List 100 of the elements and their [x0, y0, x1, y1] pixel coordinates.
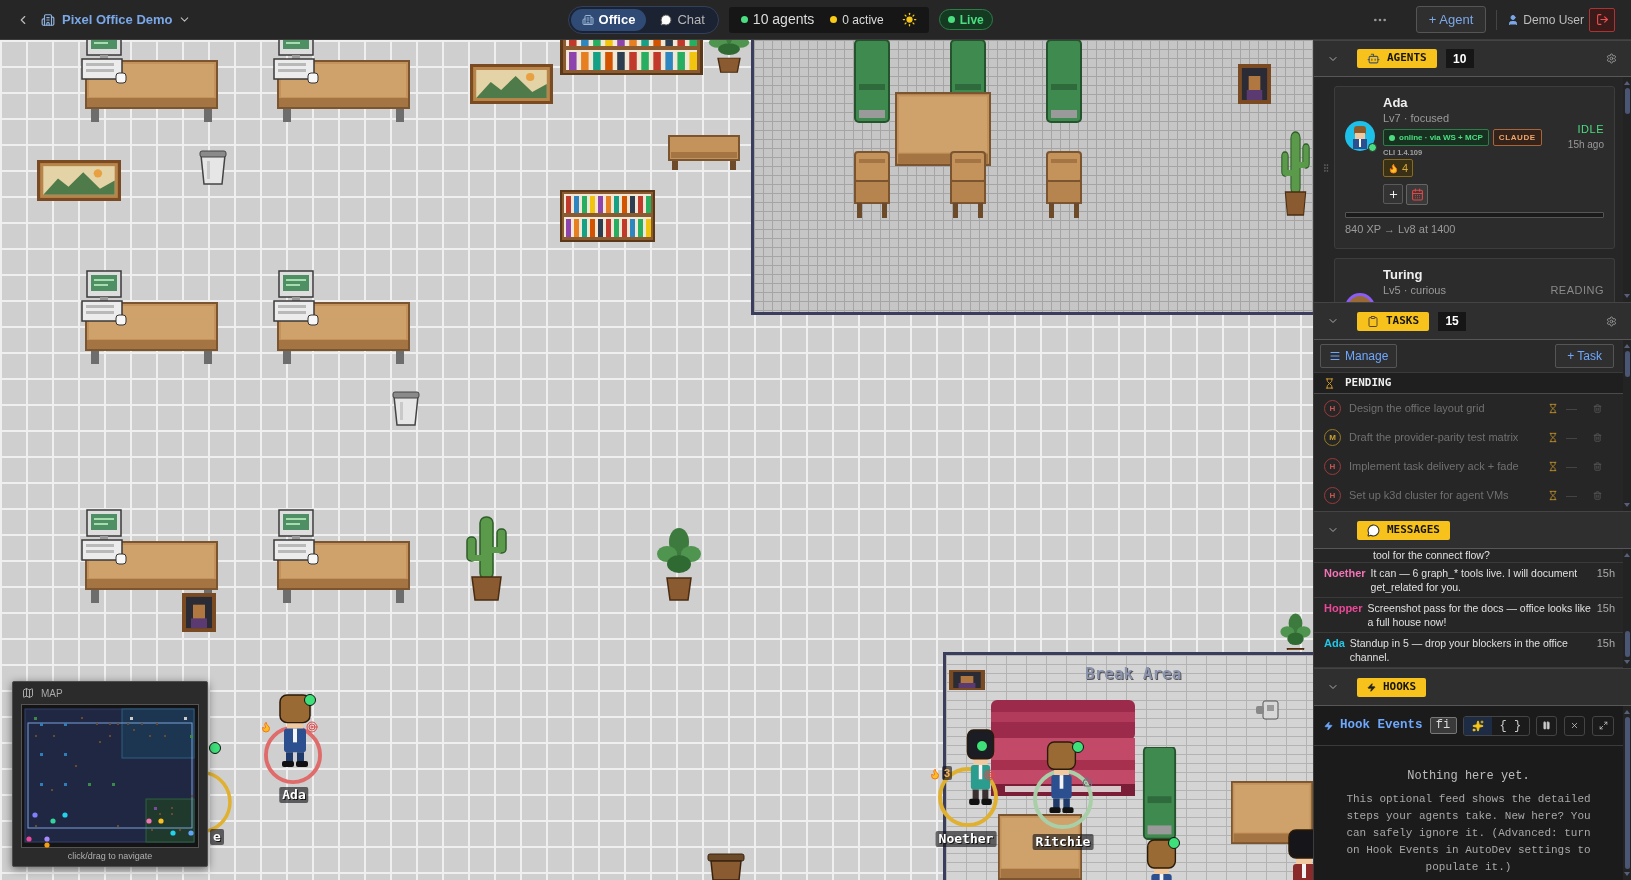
scroll-up-icon[interactable]	[1624, 553, 1630, 557]
section-toggle[interactable]: AGENTS	[1357, 49, 1437, 68]
building-icon	[41, 12, 55, 27]
add-task-button[interactable]: + Task	[1555, 344, 1614, 368]
agent-name: Turing	[1383, 267, 1423, 283]
settings-icon[interactable]	[1606, 315, 1617, 327]
message-text: Screenshot pass for the docs — office looks like a full house now!	[1367, 601, 1592, 629]
coffee-machine	[1255, 700, 1279, 720]
manage-button[interactable]: Manage	[1320, 344, 1398, 368]
fire-icon	[1388, 162, 1399, 174]
sparkles-icon	[1471, 719, 1484, 732]
section-toggle[interactable]: MESSAGES	[1357, 520, 1450, 540]
chat-icon	[660, 13, 673, 26]
count-badge: 15	[1438, 311, 1467, 331]
scroll-down-icon[interactable]	[1624, 872, 1630, 876]
scroll-thumb[interactable]	[1624, 631, 1630, 657]
group-title: PENDING	[1345, 374, 1392, 391]
scroll-down-icon[interactable]	[1624, 660, 1630, 664]
painting	[1238, 64, 1271, 104]
minimap-hint: click/drag to navigate	[67, 851, 153, 862]
connection-text: online · via WS + MCP	[1399, 131, 1483, 144]
message-text: Standup in 5 — drop your blockers in the office channel.	[1349, 636, 1569, 664]
settings-icon[interactable]	[1606, 53, 1617, 64]
robot-icon	[1081, 776, 1094, 788]
filter-button[interactable]: fi	[1429, 717, 1457, 734]
message-item[interactable]: tool for the connect flow?	[1314, 549, 1623, 563]
pause-icon	[1542, 721, 1552, 730]
bolt-icon	[1367, 681, 1376, 693]
scrollbar[interactable]	[1623, 706, 1631, 880]
drag-handle-icon[interactable]	[1321, 161, 1331, 174]
calendar-icon	[1410, 188, 1424, 201]
agent-card[interactable]: Turing Lv5 · curious READING	[1334, 258, 1615, 302]
scroll-up-icon[interactable]	[1624, 344, 1630, 348]
agent-subtitle: Lv5 · curious	[1383, 283, 1446, 298]
scroll-thumb[interactable]	[1624, 717, 1630, 869]
assignee-text: —	[1566, 401, 1577, 417]
hourglass-icon	[1548, 432, 1558, 443]
scroll-thumb[interactable]	[1624, 351, 1630, 377]
minimap-title: MAP	[41, 686, 63, 701]
add-agent-button[interactable]: + Agent	[1415, 6, 1487, 33]
last-seen: 15h ago	[1567, 138, 1604, 152]
mode-toggle[interactable]: { }	[1491, 716, 1530, 735]
assignee-text: —	[1566, 459, 1577, 475]
author-name: Hopper	[1324, 601, 1363, 615]
sun-icon[interactable]	[901, 12, 917, 27]
trash-bin	[198, 149, 228, 185]
trash-icon[interactable]	[1593, 432, 1602, 443]
section-toggle[interactable]: TASKS	[1357, 311, 1430, 331]
plus-icon	[1387, 188, 1399, 200]
bolt-icon	[1324, 719, 1333, 732]
list-icon	[1329, 350, 1341, 362]
bench	[668, 135, 740, 170]
assignee-text: —	[1566, 430, 1577, 446]
stat-text: 10 agents	[752, 10, 815, 29]
streak-count: 4	[1402, 160, 1409, 176]
view-tab[interactable]: Office	[570, 8, 647, 31]
empty-title: Nothing here yet.	[1407, 768, 1530, 785]
chair	[949, 151, 987, 218]
character-name: Ritchie	[1032, 834, 1094, 850]
mode-toggle[interactable]	[1463, 716, 1492, 735]
chair	[1045, 151, 1083, 218]
scroll-down-icon[interactable]	[1624, 503, 1630, 507]
user-icon	[1507, 13, 1520, 26]
hourglass-icon	[1324, 377, 1335, 389]
agent-status: READING	[1550, 283, 1604, 298]
character-name: Noether	[935, 831, 997, 847]
agent-subtitle: Lv7 · focused	[1383, 111, 1450, 126]
provider-badge: CLAUDE	[1492, 129, 1542, 146]
message-time: 15h	[1596, 601, 1615, 615]
feed-title: Hook Events	[1340, 717, 1423, 735]
add-button[interactable]	[1383, 184, 1403, 204]
scroll-up-icon[interactable]	[1624, 81, 1630, 85]
building-icon	[581, 13, 594, 26]
trash-icon[interactable]	[1593, 490, 1602, 501]
count-badge: 10	[1445, 49, 1474, 68]
expand-button[interactable]	[1592, 715, 1615, 736]
workspace-title[interactable]: Pixel Office Demo	[62, 9, 173, 30]
trash-icon[interactable]	[1593, 461, 1602, 472]
minimap-drawing[interactable]	[21, 704, 199, 848]
office-floor[interactable]: Break Area Ada e 3 Noether Ritchie MAP click/drag to navigate	[0, 40, 1313, 880]
logout-icon	[1595, 13, 1609, 26]
user-menu[interactable]: Demo User	[1507, 10, 1584, 29]
xp-text: 840 XP → Lv8 at 1400	[1345, 222, 1457, 236]
hourglass-icon	[1548, 490, 1558, 501]
target-icon	[306, 721, 318, 733]
potted-plant	[707, 40, 751, 73]
scroll-down-icon[interactable]	[1624, 294, 1630, 298]
section-toggle[interactable]: HOOKS	[1357, 677, 1427, 697]
hourglass-icon	[1548, 403, 1558, 414]
scroll-thumb[interactable]	[1624, 88, 1630, 114]
message-time: 15h	[1596, 566, 1615, 580]
speech-bubble-icon	[1367, 523, 1380, 537]
clear-button[interactable]	[1564, 715, 1586, 736]
trash-icon[interactable]	[1593, 403, 1602, 414]
scroll-up-icon[interactable]	[1624, 710, 1630, 714]
pause-button[interactable]	[1536, 715, 1558, 736]
author-name: Noether	[1324, 566, 1366, 580]
logout-button[interactable]	[1589, 7, 1615, 32]
stat-text: 0 active	[842, 11, 884, 29]
view-tab[interactable]: Chat	[649, 8, 716, 31]
